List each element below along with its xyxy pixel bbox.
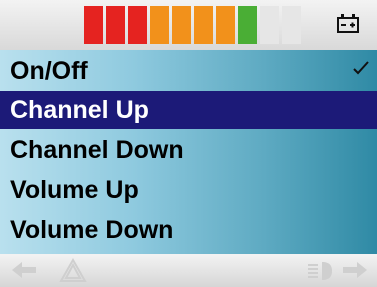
status-bar xyxy=(0,0,377,50)
forward-arrow-icon[interactable] xyxy=(339,254,373,287)
menu-item-volume-up[interactable]: Volume Up xyxy=(0,171,377,209)
checkmark-icon xyxy=(353,61,369,75)
battery-segment xyxy=(128,6,147,44)
battery-segment xyxy=(194,6,213,44)
battery-segment xyxy=(216,6,235,44)
menu-item-label: Volume Up xyxy=(10,175,139,204)
battery-icon xyxy=(337,14,359,33)
battery-segment xyxy=(172,6,191,44)
lights-icon[interactable] xyxy=(305,254,335,287)
menu-item-label: Channel Down xyxy=(10,135,184,164)
battery-segment xyxy=(106,6,125,44)
battery-segment xyxy=(282,6,301,44)
menu-item-channel-up[interactable]: Channel Up xyxy=(0,91,377,129)
menu-item-label: Volume Down xyxy=(10,215,174,244)
battery-level-bar xyxy=(84,6,301,44)
menu-item-volume-down[interactable]: Volume Down xyxy=(0,211,377,249)
back-arrow-icon[interactable] xyxy=(6,254,40,287)
battery-segment xyxy=(150,6,169,44)
menu-item-label: On/Off xyxy=(10,56,88,85)
menu-panel: On/Off Channel Up Channel Down Volume Up… xyxy=(0,50,377,254)
battery-segment xyxy=(84,6,103,44)
menu-item-on-off[interactable]: On/Off xyxy=(0,52,377,90)
battery-segment xyxy=(238,6,257,44)
warning-icon[interactable] xyxy=(58,254,88,287)
bottom-bar xyxy=(0,254,377,287)
menu-item-channel-down[interactable]: Channel Down xyxy=(0,131,377,169)
menu-item-label: Channel Up xyxy=(10,95,149,124)
remote-control-screen: On/Off Channel Up Channel Down Volume Up… xyxy=(0,0,377,287)
battery-segment xyxy=(260,6,279,44)
